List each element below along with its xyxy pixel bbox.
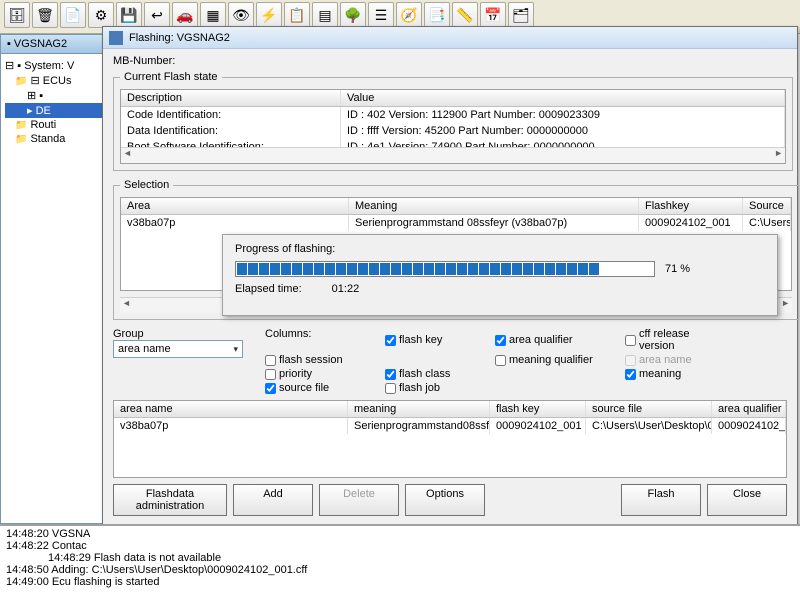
toolbar-button[interactable]: 💾 <box>116 2 142 28</box>
table-row[interactable]: v38ba07p Serienprogrammstand08ssfe... 00… <box>114 418 786 434</box>
col-header[interactable]: Flashkey <box>639 198 743 214</box>
table-row[interactable]: v38ba07p Serienprogrammstand 08ssfeyr (v… <box>121 215 791 231</box>
toolbar-button[interactable]: 🚗 <box>172 2 198 28</box>
group-label: Group <box>113 328 253 340</box>
log-line: 14:48:22 Contac <box>6 540 794 552</box>
check-flash-key[interactable]: flash key <box>385 328 485 352</box>
progress-label: Progress of flashing: <box>235 243 765 255</box>
log-line: 14:48:20 VGSNA <box>6 528 794 540</box>
flash-button[interactable]: Flash <box>621 484 701 516</box>
col-header[interactable]: Value <box>341 90 785 106</box>
toolbar-button[interactable]: 📄 <box>60 2 86 28</box>
toolbar-button[interactable]: 🧭 <box>396 2 422 28</box>
log-panel[interactable]: 14:48:20 VGSNA 14:48:22 Contac 14:48:29 … <box>0 524 800 600</box>
flashdata-grid[interactable]: area name meaning flash key source file … <box>113 400 787 478</box>
tree-root[interactable]: ⊟ ▪ System: V <box>5 58 103 73</box>
delete-button: Delete <box>319 484 399 516</box>
button-row: Flashdata administration Add Delete Opti… <box>113 484 787 516</box>
group-dropdown[interactable]: area name <box>113 340 243 358</box>
dialog-title: Flashing: VGSNAG2 <box>129 32 230 44</box>
toolbar-button[interactable]: 🗑 <box>32 2 58 28</box>
log-line: 14:48:29 Flash data is not available <box>6 552 794 564</box>
table-row[interactable]: Boot Software Identification:ID : 4e1 Ve… <box>121 139 785 147</box>
elapsed-label: Elapsed time: <box>235 283 302 295</box>
col-header[interactable]: Source <box>743 198 791 214</box>
toolbar-button[interactable]: ▦ <box>200 2 226 28</box>
flash-state-grid[interactable]: Description Value Code Identification:ID… <box>120 89 786 164</box>
elapsed-value: 01:22 <box>332 283 360 295</box>
panel-tab[interactable]: ▪VGSNAG2 <box>1 35 107 54</box>
flash-state-group: Current Flash state Description Value Co… <box>113 71 793 171</box>
progress-bar <box>235 261 655 277</box>
left-panel: ▪VGSNAG2 ⊟ ▪ System: V ⊟ ECUs ⊞ ▪ ▸ DE R… <box>0 34 108 524</box>
check-area-qualifier[interactable]: area qualifier <box>495 328 615 352</box>
flashdata-admin-button[interactable]: Flashdata administration <box>113 484 227 516</box>
tab-icon: ▪ <box>7 38 11 50</box>
toolbar-button[interactable]: 📏 <box>452 2 478 28</box>
table-row[interactable]: Code Identification:ID : 402 Version: 11… <box>121 107 785 123</box>
check-flash-session[interactable]: flash session <box>265 354 375 366</box>
toolbar-button[interactable]: ☰ <box>368 2 394 28</box>
col-header[interactable]: Area <box>121 198 349 214</box>
flash-state-legend: Current Flash state <box>120 71 222 83</box>
col-header[interactable]: area name <box>114 401 348 417</box>
dialog-titlebar[interactable]: Flashing: VGSNAG2 <box>103 27 797 49</box>
tree-item-selected[interactable]: ▸ DE <box>5 103 103 118</box>
check-priority[interactable]: priority <box>265 368 375 380</box>
toolbar-button[interactable]: ⚡ <box>256 2 282 28</box>
col-header[interactable]: Description <box>121 90 341 106</box>
toolbar-button[interactable]: 📅 <box>480 2 506 28</box>
window-icon <box>109 31 123 45</box>
toolbar-button[interactable]: 👁 <box>228 2 254 28</box>
check-area-name: area name <box>625 354 725 366</box>
check-source-file[interactable]: source file <box>265 382 375 394</box>
check-cff-release[interactable]: cff release version <box>625 328 725 352</box>
toolbar-button[interactable]: 🗂 <box>508 2 534 28</box>
table-row[interactable]: Data Identification:ID : ffff Version: 4… <box>121 123 785 139</box>
check-meaning[interactable]: meaning <box>625 368 725 380</box>
horizontal-scrollbar[interactable] <box>121 147 785 163</box>
add-button[interactable]: Add <box>233 484 313 516</box>
toolbar-button[interactable]: 📑 <box>424 2 450 28</box>
options-button[interactable]: Options <box>405 484 485 516</box>
col-header[interactable]: Meaning <box>349 198 639 214</box>
toolbar-button[interactable]: 🗄 <box>4 2 30 28</box>
col-header[interactable]: source file <box>586 401 712 417</box>
progress-percent: 71 % <box>665 263 690 275</box>
log-line: 14:48:50 Adding: C:\Users\User\Desktop\0… <box>6 564 794 576</box>
tree-item[interactable]: ⊞ ▪ <box>5 88 103 103</box>
check-meaning-qualifier[interactable]: meaning qualifier <box>495 354 615 366</box>
tree-item[interactable]: Routi <box>5 118 103 132</box>
toolbar-button[interactable]: 📋 <box>284 2 310 28</box>
columns-label: Columns: <box>265 328 375 352</box>
toolbar-button[interactable]: 🌳 <box>340 2 366 28</box>
tab-label: VGSNAG2 <box>14 38 67 50</box>
progress-dialog: Progress of flashing: 71 % Elapsed time:… <box>222 234 778 316</box>
tree-item[interactable]: ⊟ ECUs <box>5 73 103 88</box>
col-header[interactable]: flash key <box>490 401 586 417</box>
check-flash-job[interactable]: flash job <box>385 382 485 394</box>
check-flash-class[interactable]: flash class <box>385 368 485 380</box>
log-line: 14:49:00 Ecu flashing is started <box>6 576 794 588</box>
col-header[interactable]: area qualifier <box>712 401 786 417</box>
tree-item[interactable]: Standa <box>5 132 103 146</box>
toolbar-button[interactable]: ↩ <box>144 2 170 28</box>
selection-legend: Selection <box>120 179 173 191</box>
nav-tree[interactable]: ⊟ ▪ System: V ⊟ ECUs ⊞ ▪ ▸ DE Routi Stan… <box>1 54 107 150</box>
close-button[interactable]: Close <box>707 484 787 516</box>
toolbar-button[interactable]: ▤ <box>312 2 338 28</box>
mb-number-label: MB-Number: <box>113 55 175 67</box>
col-header[interactable]: meaning <box>348 401 490 417</box>
toolbar-button[interactable]: ⚙ <box>88 2 114 28</box>
